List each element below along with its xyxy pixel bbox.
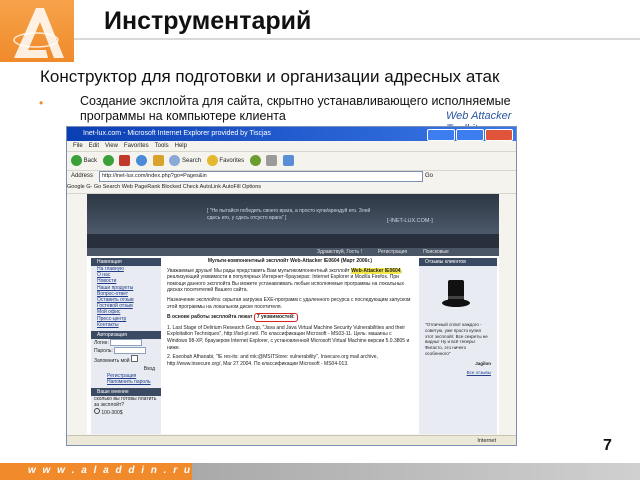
remember-label: Запомнить мой — [94, 358, 130, 365]
maximize-icon[interactable] — [456, 129, 484, 141]
sidebar-heading-poll: Ваше мнение — [91, 388, 161, 397]
stop-icon[interactable] — [119, 154, 131, 166]
home-icon[interactable] — [152, 154, 164, 166]
site-user-bar: Здравствуй, Гость ! Регистрация Поисковые — [87, 248, 499, 256]
forgot-password-link[interactable]: Напомнить пароль — [91, 379, 161, 385]
footer-website: w w w . a l a d d i n . r u — [28, 465, 193, 476]
address-input[interactable]: http://inet-lux.com/index.php?go=Pages&i… — [99, 171, 423, 182]
sidebar-heading-nav: Навигация — [91, 258, 161, 266]
right-sidebar: Отзывы клиентов "Отличный сплит каждого … — [419, 258, 497, 434]
status-zone: Internet — [477, 438, 496, 444]
favorites-icon[interactable] — [206, 154, 218, 166]
bullet-icon: • — [39, 96, 44, 110]
sidebar-heading-reviews: Отзывы клиентов — [419, 258, 497, 266]
browser-title-bar: Inet-lux.com - Microsoft Internet Explor… — [67, 127, 516, 141]
browser-title: Inet-lux.com - Microsoft Internet Explor… — [83, 130, 271, 137]
menu-tools[interactable]: Tools — [155, 143, 169, 149]
nav-search[interactable]: Поисковые — [423, 249, 449, 255]
browser-status-bar: Internet — [67, 435, 516, 445]
top-hat-icon — [442, 280, 470, 307]
poll-option-label: 100-300$ — [101, 410, 123, 417]
all-reviews-link[interactable]: Все отзывы — [425, 370, 491, 376]
password-row: Пароль: — [91, 347, 161, 355]
menu-favorites[interactable]: Favorites — [124, 143, 149, 149]
google-toolbar[interactable]: Google G- Go Search Web PageRank Blocked… — [67, 182, 516, 194]
login-button[interactable]: Вход — [91, 365, 161, 373]
article-paragraph: Уважаемые друзья! Мы рады представить Ва… — [167, 267, 413, 294]
close-icon[interactable] — [485, 129, 513, 141]
header-divider — [74, 38, 640, 40]
print-icon[interactable] — [283, 154, 295, 166]
left-sidebar: Навигация На главную О нас Новости Наши … — [91, 258, 161, 434]
article-text: В основе работы эксплойта лежат — [167, 314, 254, 321]
aladdin-logo-icon — [13, 8, 64, 58]
back-icon[interactable] — [71, 154, 82, 166]
web-page: [ "Не пытайся победить своего врага, а п… — [87, 194, 499, 434]
poll-radio[interactable] — [94, 408, 100, 415]
page-number: 7 — [603, 437, 612, 454]
minimize-icon[interactable] — [427, 129, 455, 141]
remember-row: Запомнить мой — [91, 355, 161, 365]
review-author: Jagilon — [475, 360, 491, 366]
review-text: "Отличный сплит каждого - советую, уже п… — [425, 322, 488, 356]
sidebar-heading-auth: Авторизация — [91, 331, 161, 340]
login-input[interactable] — [110, 339, 143, 347]
browser-toolbar: Back Search Favorites — [67, 151, 516, 171]
sidebar-item[interactable]: Контакты — [91, 322, 161, 328]
search-button[interactable]: Search — [182, 158, 201, 164]
history-icon[interactable] — [249, 154, 261, 166]
menu-view[interactable]: View — [105, 143, 118, 149]
back-button[interactable]: Back — [84, 158, 97, 164]
poll-question: сколько вы готовы платить за эксплойт? — [94, 396, 157, 409]
article-title: Мульти-компонентный эксплойт Web-Attacke… — [207, 258, 373, 264]
remember-checkbox[interactable] — [130, 355, 138, 363]
review-block: "Отличный сплит каждого - советую, уже п… — [425, 322, 491, 375]
address-bar: Address http://inet-lux.com/index.php?go… — [67, 170, 516, 182]
menu-help[interactable]: Help — [175, 143, 187, 149]
article-paragraph: В основе работы эксплойта лежат 7 уязвим… — [167, 313, 413, 322]
site-domain: [-INET-LUX.COM-] — [387, 218, 433, 224]
go-button[interactable]: Go — [425, 170, 433, 182]
slide-subtitle: Конструктор для подготовки и организации… — [40, 67, 500, 86]
password-input[interactable] — [114, 347, 147, 355]
address-label: Address — [71, 173, 94, 179]
login-label: Логин: — [94, 340, 109, 347]
search-icon[interactable] — [169, 154, 181, 166]
greeting: Здравствуй, Гость ! — [317, 249, 362, 255]
poll-option: 100-300$ — [91, 408, 161, 417]
site-banner: [ "Не пытайся победить своего врага, а п… — [87, 194, 499, 234]
refresh-icon[interactable] — [136, 154, 148, 166]
slide-title: Инструментарий — [104, 7, 312, 35]
site-nav-strip — [87, 234, 499, 248]
mail-icon[interactable] — [266, 154, 278, 166]
article-paragraph: Назначение эксплойта: скрытая загрузка E… — [167, 296, 411, 310]
site-slogan: [ "Не пытайся победить своего врага, а п… — [207, 208, 371, 221]
product-highlight: Web-Attacker IE0604 — [351, 267, 401, 274]
article-text: Уважаемые друзья! Мы рады представить Ва… — [167, 267, 352, 274]
favorites-button[interactable]: Favorites — [219, 158, 244, 164]
article-paragraph: 1. Last Stage of Delirium Research Group… — [167, 324, 410, 351]
forward-icon[interactable] — [102, 154, 114, 166]
password-label: Пароль: — [94, 348, 113, 355]
article-paragraph: 2. Eseobah Afhanabi, "IE res-its: and mk… — [167, 354, 378, 367]
menu-edit[interactable]: Edit — [89, 143, 99, 149]
login-row: Логин: — [91, 339, 161, 347]
main-content: Мульти-компонентный эксплойт Web-Attacke… — [167, 258, 413, 434]
menu-file[interactable]: File — [73, 143, 83, 149]
nav-register[interactable]: Регистрация — [378, 249, 407, 255]
browser-menu-bar: File Edit View Favorites Tools Help — [67, 141, 516, 151]
vulnerabilities-highlight: 7 уязвимостей: — [253, 313, 298, 322]
browser-screenshot: Inet-lux.com - Microsoft Internet Explor… — [66, 126, 517, 446]
